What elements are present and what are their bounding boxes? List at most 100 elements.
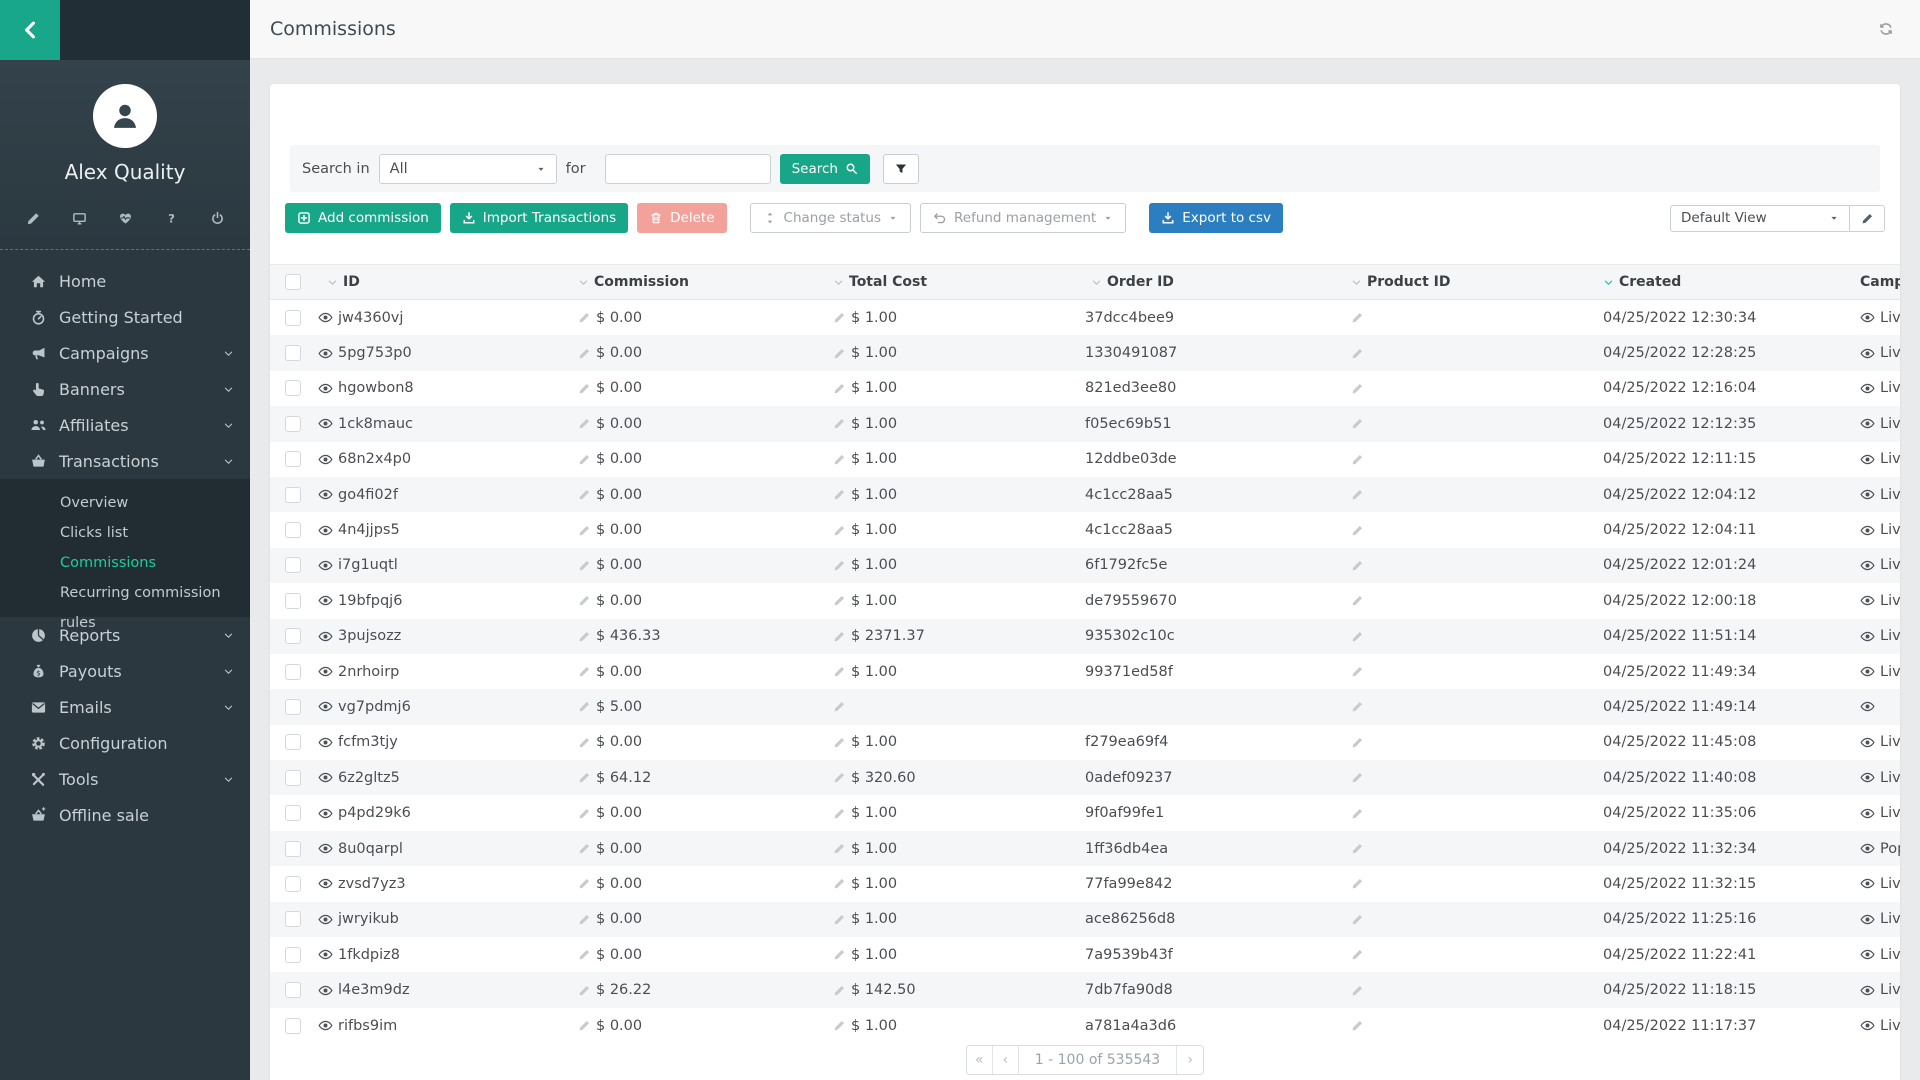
column-header-order-id[interactable]: Order ID bbox=[1085, 274, 1351, 290]
view-select[interactable]: Default View bbox=[1671, 206, 1849, 231]
row-checkbox[interactable] bbox=[285, 310, 301, 326]
row-checkbox[interactable] bbox=[285, 734, 301, 750]
row-checkbox[interactable] bbox=[285, 416, 301, 432]
row-checkbox[interactable] bbox=[285, 593, 301, 609]
eye-icon[interactable] bbox=[318, 912, 333, 927]
pencil-icon[interactable] bbox=[833, 488, 846, 501]
row-checkbox[interactable] bbox=[285, 876, 301, 892]
search-input[interactable] bbox=[605, 154, 771, 184]
eye-icon[interactable] bbox=[318, 664, 333, 679]
eye-icon[interactable] bbox=[1860, 310, 1875, 325]
pencil-icon[interactable] bbox=[578, 559, 591, 572]
pencil-icon[interactable] bbox=[578, 311, 591, 324]
profile-health-button[interactable] bbox=[114, 208, 136, 227]
search-in-select[interactable]: All bbox=[379, 154, 557, 184]
sidebar-item-offline-sale[interactable]: Offline sale bbox=[0, 797, 250, 833]
pencil-icon[interactable] bbox=[1351, 1019, 1364, 1032]
row-checkbox[interactable] bbox=[285, 345, 301, 361]
sidebar-subitem-recurring-commission-rules[interactable]: Recurring commission rules bbox=[0, 578, 250, 608]
eye-icon[interactable] bbox=[1860, 841, 1875, 856]
refund-management-button[interactable]: Refund management bbox=[920, 203, 1126, 233]
eye-icon[interactable] bbox=[318, 770, 333, 785]
pencil-icon[interactable] bbox=[833, 417, 846, 430]
column-header-id[interactable]: ID bbox=[318, 274, 578, 290]
table-row[interactable]: 8u0qarpl $ 0.00 $ 1.00 1ff36db4ea 04/25/… bbox=[270, 831, 1900, 866]
table-row[interactable]: hgowbon8 $ 0.00 $ 1.00 821ed3ee80 04/25/… bbox=[270, 371, 1900, 406]
sidebar-subitem-commissions[interactable]: Commissions bbox=[0, 548, 250, 578]
sidebar-subitem-overview[interactable]: Overview bbox=[0, 488, 250, 518]
row-checkbox[interactable] bbox=[285, 770, 301, 786]
pencil-icon[interactable] bbox=[578, 807, 591, 820]
eye-icon[interactable] bbox=[318, 806, 333, 821]
table-row[interactable]: i7g1uqtl $ 0.00 $ 1.00 6f1792fc5e 04/25/… bbox=[270, 548, 1900, 583]
search-button[interactable]: Search bbox=[780, 154, 870, 184]
eye-icon[interactable] bbox=[318, 593, 333, 608]
eye-icon[interactable] bbox=[1860, 629, 1875, 644]
refresh-button[interactable] bbox=[1878, 21, 1894, 37]
row-checkbox[interactable] bbox=[285, 664, 301, 680]
pencil-icon[interactable] bbox=[578, 771, 591, 784]
pagination-next-button[interactable]: › bbox=[1177, 1046, 1203, 1074]
pencil-icon[interactable] bbox=[1351, 559, 1364, 572]
pencil-icon[interactable] bbox=[833, 771, 846, 784]
table-row[interactable]: jw4360vj $ 0.00 $ 1.00 37dcc4bee9 04/25/… bbox=[270, 300, 1900, 335]
table-row[interactable]: l4e3m9dz $ 26.22 $ 142.50 7db7fa90d8 04/… bbox=[270, 972, 1900, 1007]
eye-icon[interactable] bbox=[1860, 699, 1875, 714]
pencil-icon[interactable] bbox=[833, 630, 846, 643]
edit-view-button[interactable] bbox=[1849, 206, 1884, 231]
pencil-icon[interactable] bbox=[1351, 453, 1364, 466]
pencil-icon[interactable] bbox=[578, 700, 591, 713]
column-header-commission[interactable]: Commission bbox=[578, 274, 833, 290]
pencil-icon[interactable] bbox=[833, 913, 846, 926]
eye-icon[interactable] bbox=[1860, 593, 1875, 608]
row-checkbox[interactable] bbox=[285, 805, 301, 821]
row-checkbox[interactable] bbox=[285, 557, 301, 573]
pencil-icon[interactable] bbox=[833, 524, 846, 537]
eye-icon[interactable] bbox=[318, 487, 333, 502]
pencil-icon[interactable] bbox=[833, 347, 846, 360]
pencil-icon[interactable] bbox=[1351, 630, 1364, 643]
pencil-icon[interactable] bbox=[1351, 913, 1364, 926]
pencil-icon[interactable] bbox=[833, 700, 846, 713]
eye-icon[interactable] bbox=[318, 310, 333, 325]
eye-icon[interactable] bbox=[1860, 664, 1875, 679]
pencil-icon[interactable] bbox=[833, 559, 846, 572]
eye-icon[interactable] bbox=[318, 699, 333, 714]
eye-icon[interactable] bbox=[1860, 947, 1875, 962]
table-row[interactable]: fcfm3tjy $ 0.00 $ 1.00 f279ea69f4 04/25/… bbox=[270, 725, 1900, 760]
sidebar-item-getting-started[interactable]: Getting Started bbox=[0, 299, 250, 335]
column-header-product-id[interactable]: Product ID bbox=[1351, 274, 1603, 290]
pencil-icon[interactable] bbox=[833, 453, 846, 466]
eye-icon[interactable] bbox=[318, 452, 333, 467]
table-row[interactable]: 2nrhoirp $ 0.00 $ 1.00 99371ed58f 04/25/… bbox=[270, 654, 1900, 689]
pencil-icon[interactable] bbox=[578, 488, 591, 501]
eye-icon[interactable] bbox=[1860, 876, 1875, 891]
sort-caret-icon[interactable] bbox=[1603, 277, 1614, 288]
pencil-icon[interactable] bbox=[578, 524, 591, 537]
table-row[interactable]: 4n4jjps5 $ 0.00 $ 1.00 4c1cc28aa5 04/25/… bbox=[270, 512, 1900, 547]
pencil-icon[interactable] bbox=[833, 311, 846, 324]
table-row[interactable]: jwryikub $ 0.00 $ 1.00 ace86256d8 04/25/… bbox=[270, 902, 1900, 937]
table-row[interactable]: 68n2x4p0 $ 0.00 $ 1.00 12ddbe03de 04/25/… bbox=[270, 442, 1900, 477]
sidebar-item-campaigns[interactable]: Campaigns bbox=[0, 335, 250, 371]
pencil-icon[interactable] bbox=[1351, 771, 1364, 784]
eye-icon[interactable] bbox=[318, 876, 333, 891]
eye-icon[interactable] bbox=[318, 416, 333, 431]
column-header-created[interactable]: Created bbox=[1603, 274, 1860, 290]
pencil-icon[interactable] bbox=[578, 877, 591, 890]
table-row[interactable]: rifbs9im $ 0.00 $ 1.00 a781a4a3d6 04/25/… bbox=[270, 1008, 1900, 1043]
row-checkbox[interactable] bbox=[285, 911, 301, 927]
pencil-icon[interactable] bbox=[1351, 382, 1364, 395]
sidebar-item-affiliates[interactable]: Affiliates bbox=[0, 407, 250, 443]
eye-icon[interactable] bbox=[1860, 735, 1875, 750]
eye-icon[interactable] bbox=[318, 983, 333, 998]
sidebar-item-home[interactable]: Home bbox=[0, 263, 250, 299]
pencil-icon[interactable] bbox=[578, 453, 591, 466]
sidebar-item-configuration[interactable]: Configuration bbox=[0, 725, 250, 761]
sidebar-item-payouts[interactable]: $Payouts bbox=[0, 653, 250, 689]
eye-icon[interactable] bbox=[318, 558, 333, 573]
profile-edit-button[interactable] bbox=[22, 208, 44, 227]
profile-power-button[interactable] bbox=[206, 208, 228, 227]
row-checkbox[interactable] bbox=[285, 841, 301, 857]
eye-icon[interactable] bbox=[318, 346, 333, 361]
